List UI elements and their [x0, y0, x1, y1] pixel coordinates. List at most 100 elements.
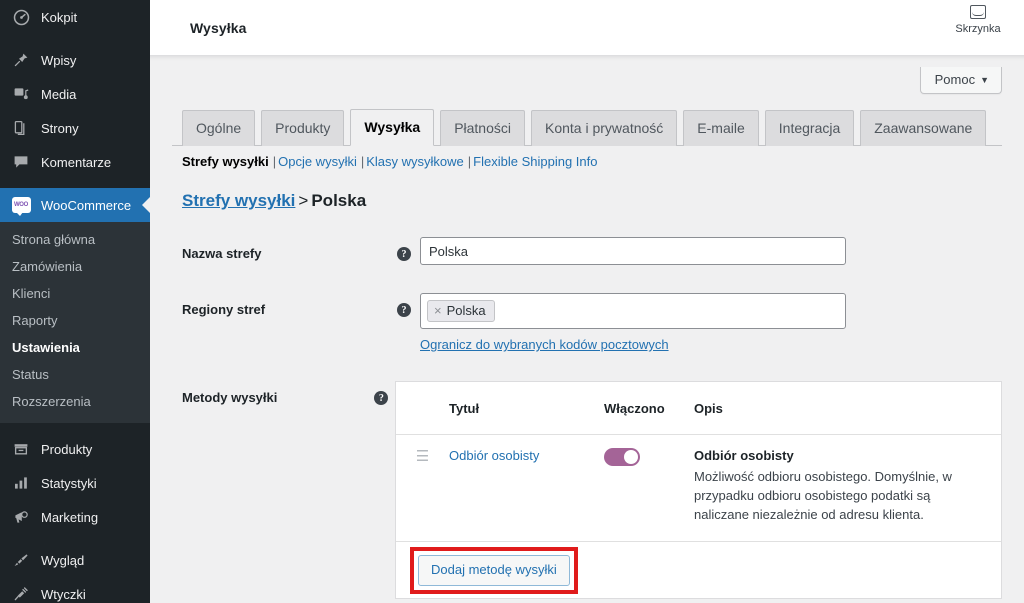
- submenu-item-klienci[interactable]: Klienci: [0, 280, 150, 307]
- sidebar-divider: [0, 34, 150, 43]
- page-title: Wysyłka: [190, 19, 247, 36]
- sidebar-item-statystyki[interactable]: Statystyki: [0, 466, 150, 500]
- breadcrumb-current: Polska: [311, 191, 367, 210]
- subtab-klasy-wysylkowe[interactable]: Klasy wysyłkowe: [366, 154, 464, 169]
- submenu-item-raporty[interactable]: Raporty: [0, 307, 150, 334]
- table-footer-row: Dodaj metodę wysyłki: [396, 542, 1001, 598]
- zone-name-field-wrap: [420, 237, 1002, 265]
- inbox-button[interactable]: Skrzynka: [950, 5, 1006, 35]
- dashboard-icon: [10, 7, 32, 27]
- products-box-icon: [10, 439, 32, 459]
- submenu-item-ustawienia[interactable]: Ustawienia: [0, 334, 150, 361]
- settings-tabs: Ogólne Produkty Wysyłka Płatności Konta …: [172, 61, 1002, 146]
- inbox-label: Skrzynka: [955, 23, 1001, 35]
- enabled-toggle[interactable]: [604, 448, 640, 466]
- sidebar-item-media[interactable]: Media: [0, 77, 150, 111]
- method-description-text: Możliwość odbioru osobistego. Domyślnie,…: [694, 469, 952, 522]
- zone-name-help[interactable]: ?: [397, 237, 420, 265]
- shipping-methods-help[interactable]: ?: [374, 381, 395, 599]
- sidebar-item-woocommerce[interactable]: WOO WooCommerce: [0, 188, 150, 222]
- column-header-title: Tytuł: [449, 400, 480, 416]
- toggle-knob: [624, 450, 638, 464]
- region-chip[interactable]: × Polska: [427, 300, 495, 322]
- row-sort-handle[interactable]: ☰: [396, 448, 449, 541]
- inbox-icon: [970, 5, 986, 19]
- drag-handle-icon[interactable]: ☰: [416, 448, 429, 465]
- tab-zaawansowane[interactable]: Zaawansowane: [860, 110, 987, 146]
- breadcrumb: Strefy wysyłki > Polska: [172, 171, 1002, 211]
- subtab-separator: |: [467, 154, 472, 169]
- table-header-row: Tytuł Włączono Opis: [396, 382, 1001, 435]
- tab-konta-i-prywatnosc[interactable]: Konta i prywatność: [531, 110, 678, 146]
- submenu-item-status[interactable]: Status: [0, 361, 150, 388]
- tab-integracja[interactable]: Integracja: [764, 110, 855, 146]
- sidebar-item-label: Wygląd: [41, 552, 85, 568]
- tab-emaile[interactable]: E-maile: [683, 110, 759, 146]
- method-title-link[interactable]: Odbiór osobisty: [449, 448, 539, 463]
- sidebar-item-produkty[interactable]: Produkty: [0, 432, 150, 466]
- chip-label: Polska: [446, 303, 486, 318]
- menu-arrow-icon: [142, 197, 150, 213]
- zone-name-input[interactable]: [420, 237, 846, 265]
- sidebar-item-komentarze[interactable]: Komentarze: [0, 145, 150, 179]
- tab-wysylka[interactable]: Wysyłka: [350, 109, 435, 146]
- help-button-label: Pomoc: [934, 72, 976, 87]
- plug-icon: [10, 584, 32, 603]
- tab-produkty[interactable]: Produkty: [261, 110, 345, 146]
- limit-postcodes-link[interactable]: Ogranicz do wybranych kodów pocztowych: [420, 337, 669, 352]
- sidebar-divider: [0, 179, 150, 188]
- zone-regions-help[interactable]: ?: [397, 293, 420, 354]
- admin-bar: Wysyłka Skrzynka: [150, 0, 1024, 55]
- subtab-separator: |: [272, 154, 277, 169]
- sidebar-item-kokpit[interactable]: Kokpit: [0, 0, 150, 34]
- shipping-methods-label: Metody wysyłki: [182, 390, 278, 405]
- sidebar-item-label: Kokpit: [41, 9, 78, 25]
- help-tip-icon: ?: [374, 391, 389, 405]
- help-tip-icon: ?: [397, 303, 411, 317]
- sidebar-item-label: Wtyczki: [41, 586, 86, 602]
- sidebar-item-label: Strony: [41, 120, 79, 136]
- sidebar-item-label: Komentarze: [41, 154, 112, 170]
- tab-platnosci[interactable]: Płatności: [440, 110, 525, 146]
- sidebar-divider: [0, 534, 150, 543]
- sidebar-item-label: Marketing: [41, 509, 99, 525]
- column-header-description: Opis: [694, 400, 723, 416]
- breadcrumb-separator: >: [298, 191, 309, 210]
- help-button[interactable]: Pomoc ▼: [919, 67, 1002, 94]
- form-row-zone-name: Nazwa strefy ?: [182, 237, 1002, 265]
- sidebar-item-strony[interactable]: Strony: [0, 111, 150, 145]
- woocommerce-submenu: Strona główna Zamówienia Klienci Raporty…: [0, 222, 150, 423]
- zone-regions-label: Regiony stref: [182, 302, 266, 317]
- sidebar-item-wtyczki[interactable]: Wtyczki: [0, 577, 150, 603]
- media-icon: [10, 84, 32, 104]
- submenu-item-rozszerzenia[interactable]: Rozszerzenia: [0, 388, 150, 415]
- zone-regions-field-wrap: × Polska Ogranicz do wybranych kodów pocz…: [420, 293, 1002, 354]
- subtab-opcje-wysylki[interactable]: Opcje wysyłki: [278, 154, 357, 169]
- submenu-item-strona-glowna[interactable]: Strona główna: [0, 226, 150, 253]
- add-shipping-method-button[interactable]: Dodaj metodę wysyłki: [418, 554, 570, 586]
- wordpress-admin-screen: Kokpit Wpisy Media Strony Komentarze WOO…: [0, 0, 1024, 603]
- zone-regions-select[interactable]: × Polska: [420, 293, 846, 329]
- submenu-item-zamowienia[interactable]: Zamówienia: [0, 253, 150, 280]
- subtab-flexible-shipping-info[interactable]: Flexible Shipping Info: [473, 154, 597, 169]
- paintbrush-icon: [10, 550, 32, 570]
- sidebar-item-wpisy[interactable]: Wpisy: [0, 43, 150, 77]
- sidebar-item-marketing[interactable]: Marketing: [0, 500, 150, 534]
- shipping-methods-field-wrap: Tytuł Włączono Opis ☰ Odbiór osobisty Od…: [395, 381, 1002, 599]
- form-row-shipping-methods: Metody wysyłki ? Tytuł Włączono Opis ☰ O…: [182, 381, 1002, 599]
- chip-remove-icon[interactable]: ×: [434, 303, 442, 318]
- subtab-strefy-wysylki[interactable]: Strefy wysyłki: [182, 154, 269, 169]
- row-enabled-cell: [604, 448, 694, 541]
- zone-form: Nazwa strefy ? Regiony stref ?: [172, 237, 1002, 599]
- chevron-down-icon: ▼: [980, 75, 989, 85]
- sidebar-item-wyglad[interactable]: Wygląd: [0, 543, 150, 577]
- shipping-methods-table: Tytuł Włączono Opis ☰ Odbiór osobisty Od…: [395, 381, 1002, 599]
- tab-ogolne[interactable]: Ogólne: [182, 110, 256, 146]
- breadcrumb-parent-link[interactable]: Strefy wysyłki: [182, 191, 295, 210]
- megaphone-icon: [10, 507, 32, 527]
- sidebar-item-label: Produkty: [41, 441, 93, 457]
- bar-chart-icon: [10, 473, 32, 493]
- method-description-title: Odbiór osobisty: [694, 448, 794, 463]
- pages-icon: [10, 118, 32, 138]
- main-column: Wysyłka Skrzynka Pomoc ▼ Ogólne Produkty …: [150, 0, 1024, 603]
